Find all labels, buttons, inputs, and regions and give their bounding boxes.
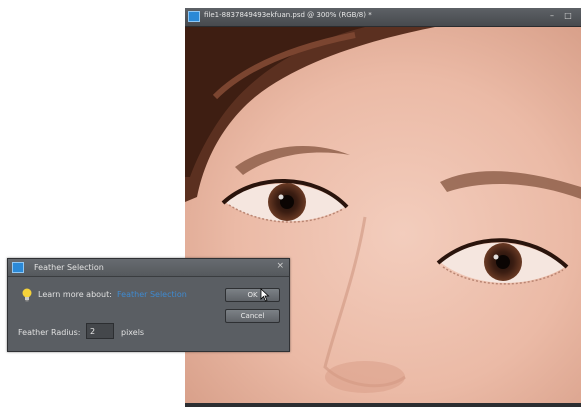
learn-more-link[interactable]: Feather Selection xyxy=(117,290,187,299)
minimize-button[interactable]: – xyxy=(547,11,557,21)
feather-radius-label: Feather Radius: xyxy=(18,328,81,337)
cancel-button[interactable]: Cancel xyxy=(225,309,280,323)
document-title: file1-8837849493ekfuan.psd @ 300% (RGB/8… xyxy=(204,11,372,19)
document-titlebar[interactable]: file1-8837849493ekfuan.psd @ 300% (RGB/8… xyxy=(185,8,581,27)
feather-radius-input[interactable] xyxy=(86,323,114,339)
ok-button[interactable]: OK xyxy=(225,288,280,302)
feather-selection-dialog: Feather Selection × Learn more about: Fe… xyxy=(7,258,290,352)
restore-button[interactable]: □ xyxy=(563,11,573,21)
photoshop-elements-icon xyxy=(188,11,200,22)
dialog-title: Feather Selection xyxy=(34,263,104,272)
dialog-titlebar[interactable]: Feather Selection × xyxy=(8,259,289,277)
document-scrollbar[interactable] xyxy=(185,403,581,407)
photoshop-elements-icon xyxy=(12,262,24,273)
radius-unit-label: pixels xyxy=(121,328,145,337)
close-button[interactable]: × xyxy=(276,261,284,271)
lightbulb-icon xyxy=(22,288,32,302)
learn-more-text: Learn more about: xyxy=(38,290,112,299)
pointer-cursor-icon xyxy=(260,288,270,302)
